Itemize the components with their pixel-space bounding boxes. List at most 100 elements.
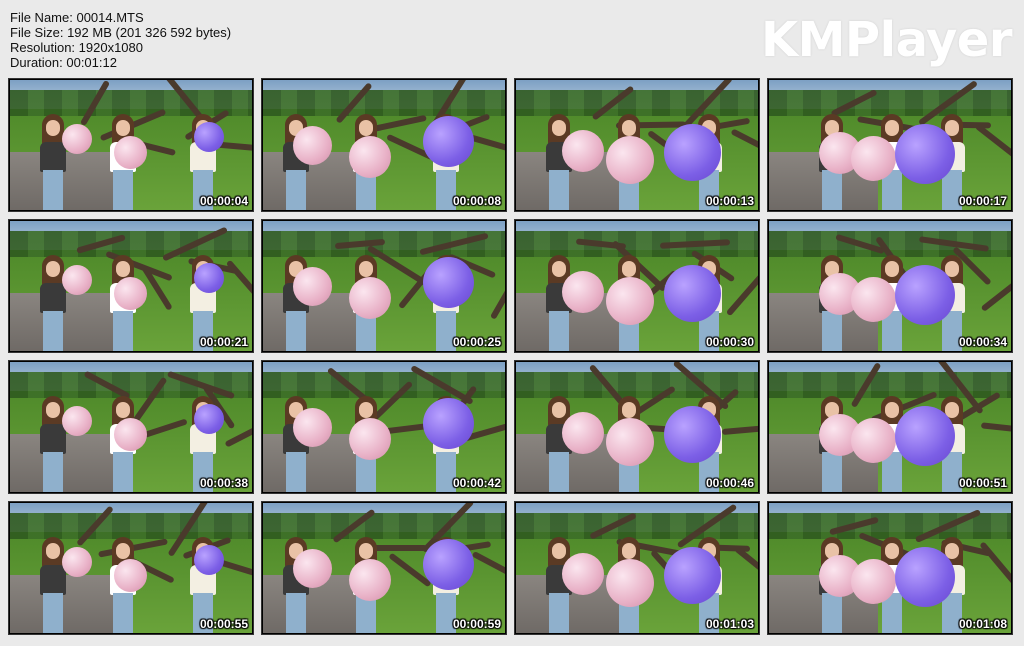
video-frame [516,503,758,633]
pink-balloon [349,418,391,460]
thumbnail[interactable]: 00:00:42 [261,360,507,494]
thumbnail[interactable]: 00:00:13 [514,78,760,212]
thumbnail[interactable]: 00:00:51 [767,360,1013,494]
thumbnail[interactable]: 00:01:03 [514,501,760,635]
thumbnail[interactable]: 00:00:59 [261,501,507,635]
video-frame [10,362,252,492]
pink-balloon [114,559,147,592]
purple-balloon [423,398,474,449]
pink-balloon [293,549,332,588]
thumbnail[interactable]: 00:00:38 [8,360,254,494]
purple-balloon [895,124,955,184]
purple-balloon [664,406,721,463]
thumbnail[interactable]: 00:00:08 [261,78,507,212]
video-frame [516,80,758,210]
thumbnail[interactable]: 00:00:21 [8,219,254,353]
pink-balloon [62,124,92,154]
file-duration: Duration: 00:01:12 [10,55,117,70]
timestamp: 00:00:13 [705,194,754,208]
pink-balloon [293,267,332,306]
purple-balloon [664,124,721,181]
video-frame [516,221,758,351]
pink-balloon [293,126,332,165]
purple-balloon [194,122,224,152]
timestamp: 00:00:46 [705,476,754,490]
video-frame [516,362,758,492]
purple-balloon [895,265,955,325]
purple-balloon [423,116,474,167]
pink-balloon [851,136,896,181]
pink-balloon [851,277,896,322]
thumbnail[interactable]: 00:00:04 [8,78,254,212]
timestamp: 00:00:55 [199,617,248,631]
timestamp: 00:00:17 [958,194,1007,208]
pink-balloon [349,136,391,178]
timestamp: 00:00:42 [452,476,501,490]
video-frame [263,80,505,210]
pink-balloon [62,265,92,295]
pink-balloon [293,408,332,447]
purple-balloon [423,257,474,308]
pink-balloon [562,271,604,313]
video-frame [10,503,252,633]
person [40,537,66,633]
pink-balloon [349,559,391,601]
video-frame [769,362,1011,492]
video-frame [263,221,505,351]
timestamp: 00:00:08 [452,194,501,208]
pink-balloon [62,547,92,577]
purple-balloon [194,545,224,575]
video-frame [263,503,505,633]
pink-balloon [606,418,654,466]
video-frame [769,503,1011,633]
video-frame [769,80,1011,210]
thumbnail[interactable]: 00:00:30 [514,219,760,353]
purple-balloon [664,547,721,604]
thumbnail[interactable]: 00:00:46 [514,360,760,494]
pink-balloon [851,418,896,463]
purple-balloon [194,263,224,293]
person [40,396,66,492]
pink-balloon [606,277,654,325]
kmplayer-logo: KMPlayer [760,12,1013,68]
timestamp: 00:01:08 [958,617,1007,631]
file-resolution: Resolution: 1920x1080 [10,40,143,55]
timestamp: 00:01:03 [705,617,754,631]
timestamp: 00:00:04 [199,194,248,208]
thumbnail[interactable]: 00:00:25 [261,219,507,353]
timestamp: 00:00:25 [452,335,501,349]
thumbnail[interactable]: 00:00:34 [767,219,1013,353]
purple-balloon [664,265,721,322]
pink-balloon [62,406,92,436]
thumbnail[interactable]: 00:00:17 [767,78,1013,212]
timestamp: 00:00:38 [199,476,248,490]
purple-balloon [423,539,474,590]
purple-balloon [194,404,224,434]
pink-balloon [349,277,391,319]
person [40,255,66,351]
timestamp: 00:00:51 [958,476,1007,490]
file-name: File Name: 00014.MTS [10,10,144,25]
timestamp: 00:00:21 [199,335,248,349]
thumbnail-grid: 00:00:04 00:00:08 00:00:13 00:00:17 00:00:21… [8,78,1016,636]
timestamp: 00:00:34 [958,335,1007,349]
pink-balloon [851,559,896,604]
purple-balloon [895,547,955,607]
pink-balloon [606,559,654,607]
pink-balloon [114,418,147,451]
pink-balloon [562,130,604,172]
file-size: File Size: 192 MB (201 326 592 bytes) [10,25,232,40]
pink-balloon [606,136,654,184]
purple-balloon [895,406,955,466]
timestamp: 00:00:59 [452,617,501,631]
timestamp: 00:00:30 [705,335,754,349]
thumbnail[interactable]: 00:00:55 [8,501,254,635]
pink-balloon [562,553,604,595]
video-frame [10,221,252,351]
pink-balloon [562,412,604,454]
pink-balloon [114,277,147,310]
video-frame [263,362,505,492]
thumbnail[interactable]: 00:01:08 [767,501,1013,635]
video-frame [10,80,252,210]
pink-balloon [114,136,147,169]
